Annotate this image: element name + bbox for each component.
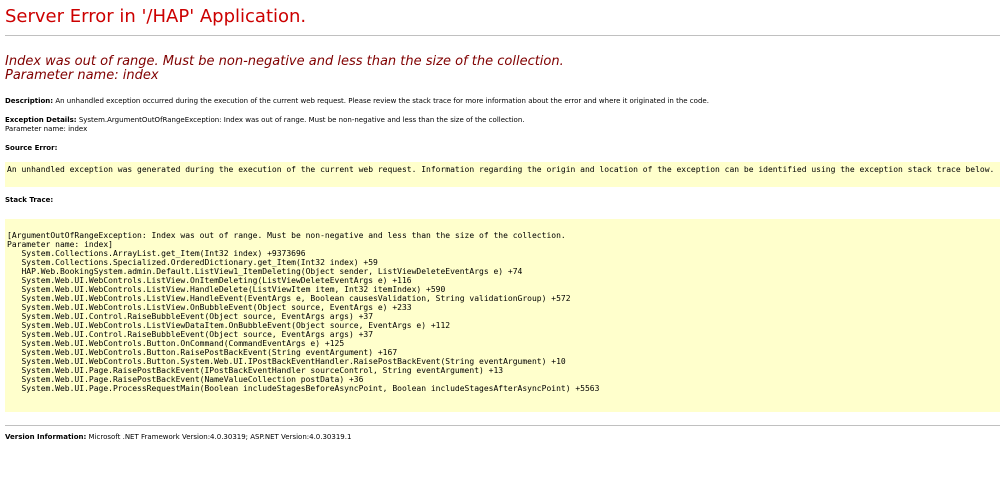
stack-trace-line: System.Web.UI.WebControls.Button.OnComma… xyxy=(7,339,345,348)
description-text: An unhandled exception occurred during t… xyxy=(55,97,709,105)
stack-trace-line: [ArgumentOutOfRangeException: Index was … xyxy=(7,231,566,240)
stack-trace-line: System.Web.UI.WebControls.ListViewDataIt… xyxy=(7,321,451,330)
stack-trace-line: System.Web.UI.Control.RaiseBubbleEvent(O… xyxy=(7,312,374,321)
exception-details-label: Exception Details: xyxy=(5,116,77,124)
stack-trace-label: Stack Trace: xyxy=(5,196,54,204)
stack-trace-line: System.Web.UI.WebControls.ListView.OnBub… xyxy=(7,303,412,312)
stack-trace-line: System.Web.UI.WebControls.ListView.Handl… xyxy=(7,294,571,303)
stack-trace-line: System.Web.UI.Page.RaisePostBackEvent(IP… xyxy=(7,366,504,375)
stack-trace-line: System.Web.UI.WebControls.Button.RaisePo… xyxy=(7,348,398,357)
version-text: Microsoft .NET Framework Version:4.0.303… xyxy=(88,433,352,441)
source-error-box: An unhandled exception was generated dur… xyxy=(5,162,1000,187)
description-label: Description: xyxy=(5,97,54,105)
stack-trace-line: System.Web.UI.Page.ProcessRequestMain(Bo… xyxy=(7,384,600,393)
description-section: Description: An unhandled exception occu… xyxy=(5,97,995,106)
stack-trace-line: System.Collections.ArrayList.get_Item(In… xyxy=(7,249,306,258)
stack-trace-line: System.Web.UI.Page.RaisePostBackEvent(Na… xyxy=(7,375,364,384)
error-message: Index was out of range. Must be non-nega… xyxy=(5,55,995,83)
error-message-line2: Parameter name: index xyxy=(5,68,159,83)
stack-trace-line: System.Web.UI.WebControls.ListView.OnIte… xyxy=(7,276,412,285)
exception-details-section: Exception Details: System.ArgumentOutOfR… xyxy=(5,116,995,134)
error-page: Server Error in '/HAP' Application. Inde… xyxy=(0,0,1000,442)
exception-details-text2: Parameter name: index xyxy=(5,125,88,133)
source-error-label: Source Error: xyxy=(5,144,58,152)
page-title: Server Error in '/HAP' Application. xyxy=(5,6,307,27)
error-message-line1: Index was out of range. Must be non-nega… xyxy=(5,54,564,69)
stack-trace-line: System.Collections.Specialized.OrderedDi… xyxy=(7,258,378,267)
footer-divider xyxy=(5,425,1000,426)
stack-trace-line: System.Web.UI.Control.RaiseBubbleEvent(O… xyxy=(7,330,374,339)
stack-trace-box: [ArgumentOutOfRangeException: Index was … xyxy=(5,219,1000,412)
stack-trace-line: System.Web.UI.WebControls.ListView.Handl… xyxy=(7,285,446,294)
title-divider xyxy=(5,35,1000,36)
version-section: Version Information: Microsoft .NET Fram… xyxy=(5,433,995,442)
version-label: Version Information: xyxy=(5,433,87,441)
stack-trace-line: System.Web.UI.WebControls.Button.System.… xyxy=(7,357,566,366)
stack-trace-line: HAP.Web.BookingSystem.admin.Default.List… xyxy=(7,267,523,276)
exception-details-text: System.ArgumentOutOfRangeException: Inde… xyxy=(78,116,525,124)
stack-trace-line: Parameter name: index] xyxy=(7,240,113,249)
